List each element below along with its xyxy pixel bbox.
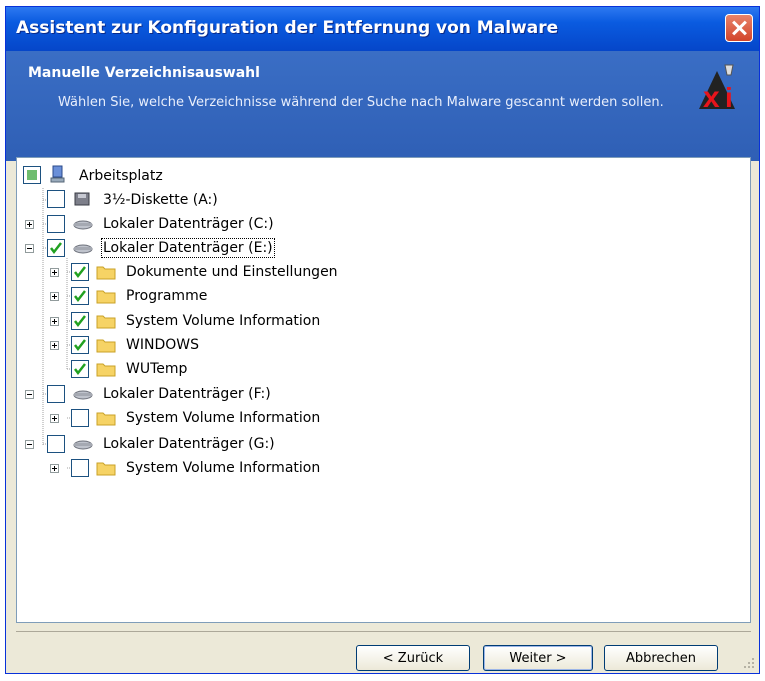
wizard-header: Manuelle Verzeichnisauswahl Wählen Sie, … [6, 51, 759, 161]
drive-c-checkbox[interactable] [47, 215, 65, 233]
checkmark-icon [50, 242, 62, 255]
close-button[interactable] [725, 14, 753, 42]
app-logo-icon: x i [699, 64, 735, 111]
folder-icon [96, 462, 116, 476]
folder-tree[interactable]: Arbeitsplatz 3½-Diskette (A:) Lokaler Da… [16, 157, 751, 623]
tree-label-floppy[interactable]: 3½-Diskette (A:) [103, 192, 218, 208]
divider [16, 631, 751, 632]
expand-folder-icon[interactable] [50, 341, 59, 350]
folder-checkbox[interactable] [71, 409, 89, 427]
tree-label-root[interactable]: Arbeitsplatz [79, 168, 163, 184]
tree-label-folder[interactable]: WUTemp [126, 361, 187, 377]
tree-label-drive-e[interactable]: Lokaler Datenträger (E:) [101, 238, 275, 258]
folder-icon [96, 363, 116, 377]
floppy-drive-icon [74, 192, 90, 206]
tree-label-drive-f[interactable]: Lokaler Datenträger (F:) [103, 386, 271, 402]
window-title: Assistent zur Konfiguration der Entfernu… [16, 18, 559, 38]
back-button[interactable]: < Zurück [356, 645, 470, 671]
drive-f-checkbox[interactable] [47, 385, 65, 403]
root-checkbox[interactable] [23, 166, 41, 184]
svg-text:x: x [703, 81, 720, 111]
folder-icon [96, 315, 116, 329]
folder-checkbox[interactable] [71, 459, 89, 477]
tree-label-folder[interactable]: System Volume Information [126, 460, 320, 476]
tree-label-folder[interactable]: System Volume Information [126, 313, 320, 329]
collapse-drive-e-icon[interactable] [25, 244, 34, 253]
tree-label-folder[interactable]: WINDOWS [126, 337, 199, 353]
page-description: Wählen Sie, welche Verzeichnisse während… [58, 95, 664, 110]
expand-folder-icon[interactable] [50, 292, 59, 301]
svg-text:i: i [725, 82, 733, 111]
tree-label-drive-c[interactable]: Lokaler Datenträger (C:) [103, 216, 274, 232]
computer-icon [50, 165, 65, 183]
tree-label-folder[interactable]: System Volume Information [126, 410, 320, 426]
hard-drive-icon [73, 220, 93, 230]
folder-checkbox[interactable] [71, 336, 89, 354]
hard-drive-icon [73, 440, 93, 450]
checkmark-icon [74, 266, 86, 279]
expand-folder-icon[interactable] [50, 414, 59, 423]
tree-label-folder[interactable]: Dokumente und Einstellungen [126, 264, 338, 280]
folder-checkbox[interactable] [71, 287, 89, 305]
checkmark-icon [74, 315, 86, 328]
folder-icon [96, 290, 116, 304]
checkmark-icon [74, 363, 86, 376]
checkmark-icon [74, 290, 86, 303]
drive-e-checkbox[interactable] [47, 239, 65, 257]
tree-label-folder[interactable]: Programme [126, 288, 207, 304]
folder-checkbox[interactable] [71, 360, 89, 378]
expand-folder-icon[interactable] [50, 464, 59, 473]
cancel-button[interactable]: Abbrechen [604, 645, 718, 671]
next-button[interactable]: Weiter > [483, 645, 593, 671]
checkmark-icon [74, 339, 86, 352]
expand-folder-icon[interactable] [50, 317, 59, 326]
collapse-drive-g-icon[interactable] [25, 440, 34, 449]
folder-icon [96, 339, 116, 353]
collapse-drive-f-icon[interactable] [25, 390, 34, 399]
title-bar[interactable]: Assistent zur Konfiguration der Entfernu… [6, 7, 759, 51]
hard-drive-icon [73, 244, 93, 254]
folder-icon [96, 266, 116, 280]
folder-checkbox[interactable] [71, 312, 89, 330]
resize-grip-icon[interactable] [743, 657, 755, 669]
expand-drive-c-icon[interactable] [25, 220, 34, 229]
wizard-window: Assistent zur Konfiguration der Entfernu… [5, 6, 760, 674]
expand-folder-icon[interactable] [50, 268, 59, 277]
hard-drive-icon [73, 390, 93, 400]
floppy-checkbox[interactable] [47, 190, 65, 208]
drive-g-checkbox[interactable] [47, 435, 65, 453]
page-title: Manuelle Verzeichnisauswahl [28, 65, 260, 81]
tree-label-drive-g[interactable]: Lokaler Datenträger (G:) [103, 436, 275, 452]
folder-checkbox[interactable] [71, 263, 89, 281]
folder-icon [96, 412, 116, 426]
